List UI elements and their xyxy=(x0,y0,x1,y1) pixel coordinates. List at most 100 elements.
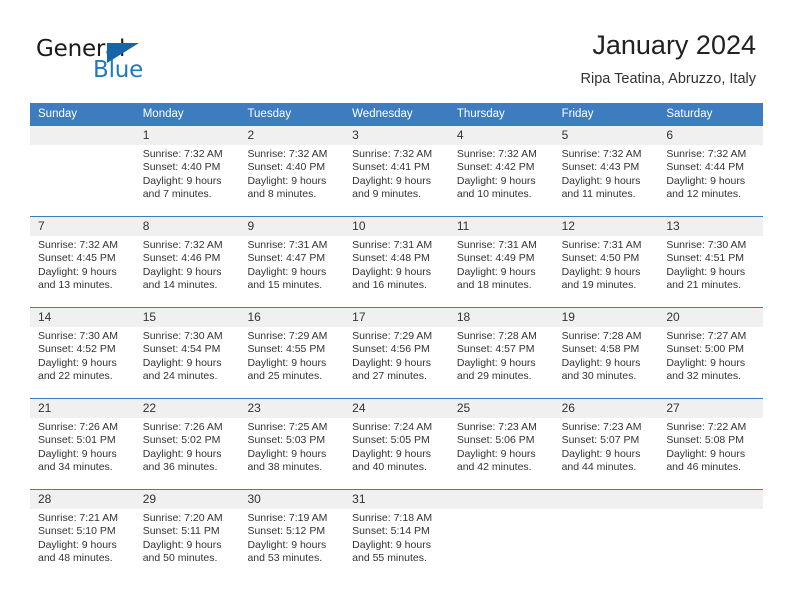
sunset-text: Sunset: 5:12 PM xyxy=(247,525,326,538)
day-details: Sunrise: 7:32 AM Sunset: 4:43 PM Dayligh… xyxy=(554,145,659,201)
day-cell[interactable]: 24 Sunrise: 7:24 AM Sunset: 5:05 PM Dayl… xyxy=(344,399,449,489)
day-cell[interactable]: 6 Sunrise: 7:32 AM Sunset: 4:44 PM Dayli… xyxy=(658,126,764,216)
day-cell[interactable]: 13 Sunrise: 7:30 AM Sunset: 4:51 PM Dayl… xyxy=(658,217,764,307)
day-details: Sunrise: 7:32 AM Sunset: 4:41 PM Dayligh… xyxy=(344,145,449,201)
day-cell[interactable]: 19 Sunrise: 7:28 AM Sunset: 4:58 PM Dayl… xyxy=(553,308,659,398)
sunrise-text: Sunrise: 7:27 AM xyxy=(666,330,747,342)
day-details: Sunrise: 7:32 AM Sunset: 4:42 PM Dayligh… xyxy=(449,145,554,201)
day-cell[interactable]: 21 Sunrise: 7:26 AM Sunset: 5:01 PM Dayl… xyxy=(30,399,135,489)
sunrise-text: Sunrise: 7:29 AM xyxy=(352,330,433,342)
day-details: Sunrise: 7:26 AM Sunset: 5:01 PM Dayligh… xyxy=(30,418,135,474)
day-number xyxy=(30,126,135,145)
day-number: 18 xyxy=(448,308,554,327)
day-cell[interactable]: 5 Sunrise: 7:32 AM Sunset: 4:43 PM Dayli… xyxy=(553,126,659,216)
daylight-text-line2: and 7 minutes. xyxy=(142,187,212,200)
day-details: Sunrise: 7:29 AM Sunset: 4:56 PM Dayligh… xyxy=(344,327,449,383)
day-cell[interactable]: 29 Sunrise: 7:20 AM Sunset: 5:11 PM Dayl… xyxy=(134,490,240,580)
daylight-text-line1: Daylight: 9 hours xyxy=(142,447,222,460)
daylight-text-line1: Daylight: 9 hours xyxy=(247,265,327,278)
daylight-text-line2: and 36 minutes. xyxy=(142,460,218,473)
day-details: Sunrise: 7:23 AM Sunset: 5:07 PM Dayligh… xyxy=(554,418,659,474)
sunrise-text: Sunrise: 7:29 AM xyxy=(247,330,328,342)
sunset-text: Sunset: 4:40 PM xyxy=(247,161,326,174)
day-cell[interactable]: 14 Sunrise: 7:30 AM Sunset: 4:52 PM Dayl… xyxy=(30,308,135,398)
daylight-text-line1: Daylight: 9 hours xyxy=(247,538,327,551)
daylight-text-line2: and 42 minutes. xyxy=(456,460,532,473)
day-cell[interactable]: 31 Sunrise: 7:18 AM Sunset: 5:14 PM Dayl… xyxy=(344,490,449,580)
day-number: 12 xyxy=(553,217,659,236)
brand-logo[interactable]: General Blue xyxy=(36,36,236,88)
daylight-text-line1: Daylight: 9 hours xyxy=(456,447,536,460)
day-number xyxy=(658,490,764,509)
day-number: 28 xyxy=(30,490,135,509)
sunrise-text: Sunrise: 7:23 AM xyxy=(561,421,642,433)
weekday-header-row: Sunday Monday Tuesday Wednesday Thursday… xyxy=(30,103,763,126)
sunrise-text: Sunrise: 7:32 AM xyxy=(561,148,642,160)
day-cell[interactable]: 23 Sunrise: 7:25 AM Sunset: 5:03 PM Dayl… xyxy=(239,399,345,489)
sunrise-text: Sunrise: 7:28 AM xyxy=(561,330,642,342)
daylight-text-line1: Daylight: 9 hours xyxy=(561,174,641,187)
daylight-text-line1: Daylight: 9 hours xyxy=(142,265,222,278)
day-cell[interactable]: 28 Sunrise: 7:21 AM Sunset: 5:10 PM Dayl… xyxy=(30,490,135,580)
daylight-text-line1: Daylight: 9 hours xyxy=(352,538,431,551)
day-number xyxy=(448,490,554,509)
sunrise-text: Sunrise: 7:32 AM xyxy=(38,239,118,251)
day-cell[interactable]: 15 Sunrise: 7:30 AM Sunset: 4:54 PM Dayl… xyxy=(134,308,240,398)
day-cell[interactable]: 30 Sunrise: 7:19 AM Sunset: 5:12 PM Dayl… xyxy=(239,490,345,580)
day-cell[interactable]: 22 Sunrise: 7:26 AM Sunset: 5:02 PM Dayl… xyxy=(134,399,240,489)
day-details: Sunrise: 7:19 AM Sunset: 5:12 PM Dayligh… xyxy=(239,509,344,565)
day-number: 26 xyxy=(553,399,659,418)
day-cell[interactable]: 1 Sunrise: 7:32 AM Sunset: 4:40 PM Dayli… xyxy=(134,126,240,216)
day-number: 7 xyxy=(30,217,135,236)
day-cell[interactable]: 17 Sunrise: 7:29 AM Sunset: 4:56 PM Dayl… xyxy=(344,308,449,398)
day-number: 23 xyxy=(239,399,345,418)
daylight-text-line2: and 27 minutes. xyxy=(352,369,427,382)
day-cell[interactable]: 11 Sunrise: 7:31 AM Sunset: 4:49 PM Dayl… xyxy=(448,217,554,307)
day-number: 20 xyxy=(658,308,764,327)
day-cell[interactable]: 25 Sunrise: 7:23 AM Sunset: 5:06 PM Dayl… xyxy=(448,399,554,489)
daylight-text-line1: Daylight: 9 hours xyxy=(247,447,327,460)
day-cell[interactable] xyxy=(553,490,659,580)
daylight-text-line1: Daylight: 9 hours xyxy=(666,265,746,278)
day-number: 3 xyxy=(344,126,449,145)
day-number: 15 xyxy=(134,308,240,327)
sunset-text: Sunset: 4:49 PM xyxy=(456,252,535,265)
day-cell[interactable]: 27 Sunrise: 7:22 AM Sunset: 5:08 PM Dayl… xyxy=(658,399,764,489)
sunrise-text: Sunrise: 7:32 AM xyxy=(456,148,537,160)
day-number: 9 xyxy=(239,217,345,236)
day-cell[interactable]: 16 Sunrise: 7:29 AM Sunset: 4:55 PM Dayl… xyxy=(239,308,345,398)
weekday-header-friday: Friday xyxy=(561,108,594,120)
sunset-text: Sunset: 5:10 PM xyxy=(38,525,116,538)
calendar-page: General Blue January 2024 Ripa Teatina, … xyxy=(0,0,792,612)
day-number: 31 xyxy=(344,490,449,509)
sunset-text: Sunset: 4:48 PM xyxy=(352,252,430,265)
day-cell[interactable]: 2 Sunrise: 7:32 AM Sunset: 4:40 PM Dayli… xyxy=(239,126,345,216)
weekday-header-sunday: Sunday xyxy=(38,108,78,120)
daylight-text-line2: and 46 minutes. xyxy=(666,460,742,473)
day-cell[interactable]: 4 Sunrise: 7:32 AM Sunset: 4:42 PM Dayli… xyxy=(448,126,554,216)
daylight-text-line1: Daylight: 9 hours xyxy=(666,356,746,369)
day-cell[interactable]: 20 Sunrise: 7:27 AM Sunset: 5:00 PM Dayl… xyxy=(658,308,764,398)
day-number: 21 xyxy=(30,399,135,418)
daylight-text-line1: Daylight: 9 hours xyxy=(38,447,117,460)
day-cell[interactable] xyxy=(448,490,554,580)
daylight-text-line2: and 11 minutes. xyxy=(561,187,636,200)
day-cell[interactable] xyxy=(30,126,135,216)
day-cell[interactable] xyxy=(658,490,764,580)
day-details: Sunrise: 7:32 AM Sunset: 4:44 PM Dayligh… xyxy=(658,145,763,201)
day-cell[interactable]: 18 Sunrise: 7:28 AM Sunset: 4:57 PM Dayl… xyxy=(448,308,554,398)
day-cell[interactable]: 7 Sunrise: 7:32 AM Sunset: 4:45 PM Dayli… xyxy=(30,217,135,307)
daylight-text-line1: Daylight: 9 hours xyxy=(142,174,222,187)
day-cell[interactable]: 12 Sunrise: 7:31 AM Sunset: 4:50 PM Dayl… xyxy=(553,217,659,307)
daylight-text-line2: and 34 minutes. xyxy=(38,460,113,473)
day-cell[interactable]: 3 Sunrise: 7:32 AM Sunset: 4:41 PM Dayli… xyxy=(344,126,449,216)
day-cell[interactable]: 26 Sunrise: 7:23 AM Sunset: 5:07 PM Dayl… xyxy=(553,399,659,489)
day-cell[interactable]: 9 Sunrise: 7:31 AM Sunset: 4:47 PM Dayli… xyxy=(239,217,345,307)
day-cell[interactable]: 8 Sunrise: 7:32 AM Sunset: 4:46 PM Dayli… xyxy=(134,217,240,307)
sunset-text: Sunset: 5:06 PM xyxy=(456,434,535,447)
sunset-text: Sunset: 5:02 PM xyxy=(142,434,221,447)
day-cell[interactable]: 10 Sunrise: 7:31 AM Sunset: 4:48 PM Dayl… xyxy=(344,217,449,307)
page-title: January 2024 xyxy=(592,30,756,60)
day-details: Sunrise: 7:28 AM Sunset: 4:58 PM Dayligh… xyxy=(554,327,659,383)
sunrise-text: Sunrise: 7:26 AM xyxy=(38,421,118,433)
